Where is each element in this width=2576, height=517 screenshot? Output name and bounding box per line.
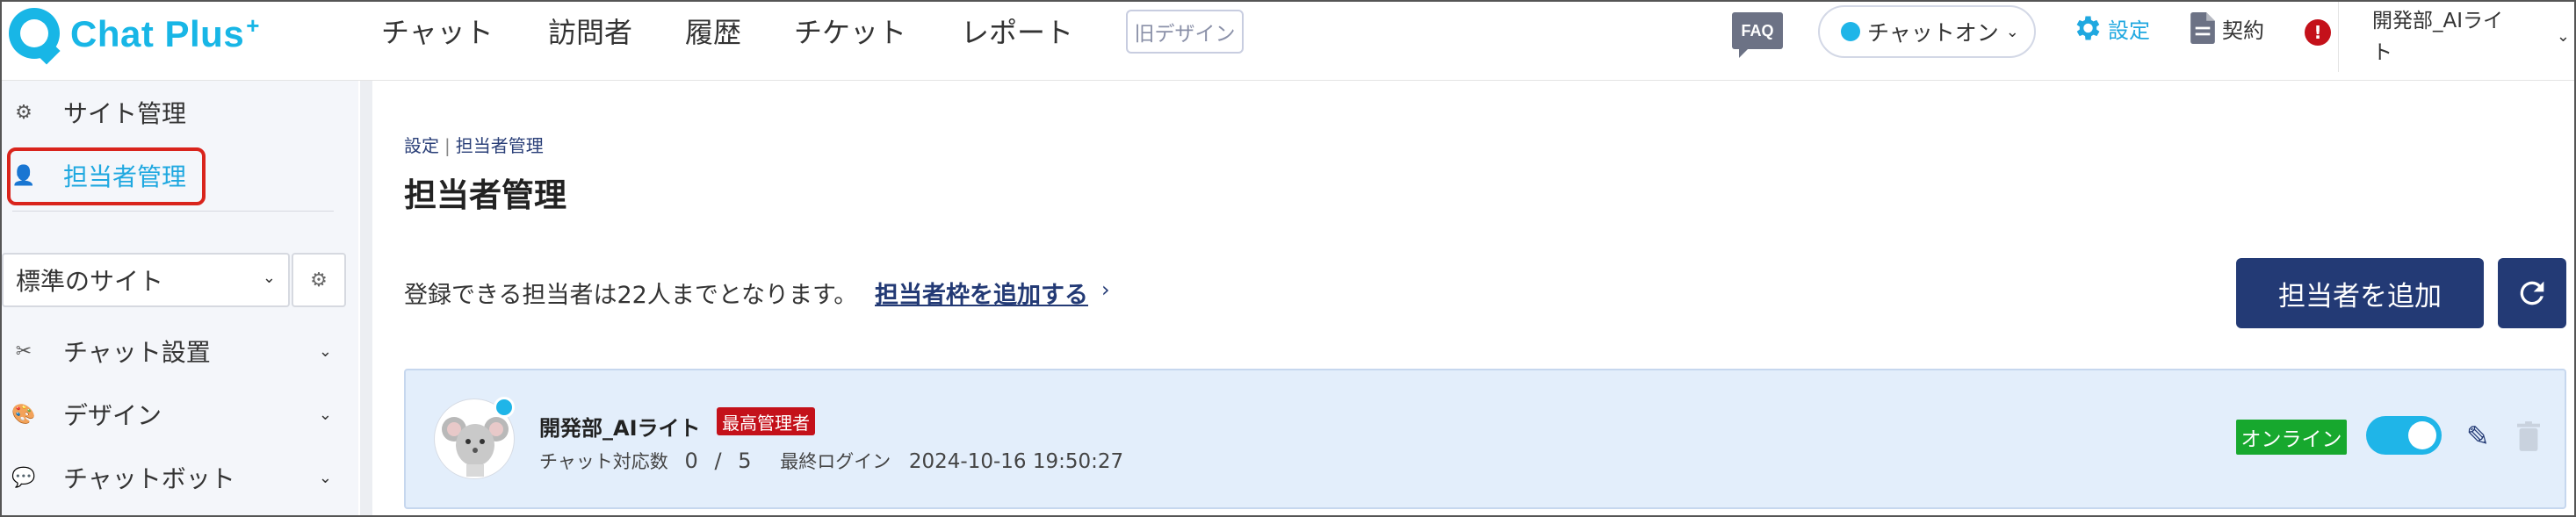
chat-bubble-icon: 💬 (11, 466, 36, 489)
chat-status-dropdown[interactable]: チャットオン ⌄ (1818, 5, 2036, 58)
breadcrumb-separator: | (444, 135, 451, 156)
nav-history[interactable]: 履歴 (685, 11, 741, 54)
sidebar-item-design[interactable]: 🎨 デザイン ⌄ (2, 388, 353, 441)
nav-visitors[interactable]: 訪問者 (548, 11, 632, 54)
settings-label: 設定 (2108, 18, 2150, 43)
chat-status-label: チャットオン (1867, 20, 1999, 46)
breadcrumb-settings[interactable]: 設定 (404, 135, 439, 156)
staff-limit-text: 登録できる担当者は22人までとなります。 (404, 282, 858, 309)
chevron-down-icon: ⌄ (2556, 27, 2570, 46)
online-status-dot (494, 397, 515, 418)
highlight-box (7, 147, 206, 205)
old-design-button[interactable]: 旧デザイン (1126, 10, 1244, 54)
sidebar-item-label: チャット設置 (63, 338, 211, 367)
document-icon (2190, 12, 2215, 44)
staff-name: 開発部_AIライト (539, 416, 701, 441)
sidebar-item-label: サイト管理 (63, 99, 187, 128)
chat-count-separator: / (714, 449, 722, 473)
logo-plus: + (246, 11, 260, 39)
add-staff-button[interactable]: 担当者を追加 (2236, 258, 2484, 328)
trash-icon[interactable] (2517, 421, 2540, 451)
chevron-down-icon: ⌄ (2005, 22, 2019, 41)
contract-link[interactable]: 契約 (2190, 12, 2264, 44)
sidebar-item-chat-settings[interactable]: ✂ チャット設置 ⌄ (2, 325, 353, 377)
app-window: Chat Plus+ チャット 訪問者 履歴 チケット レポート 旧デザイン F… (0, 0, 2576, 517)
refresh-button[interactable] (2498, 258, 2566, 328)
online-status-badge: オンライン (2236, 420, 2347, 455)
chat-plus-logo-icon (9, 8, 60, 59)
logo[interactable]: Chat Plus+ (9, 7, 260, 60)
breadcrumb-current: 担当者管理 (455, 135, 544, 156)
last-login-value: 2024-10-16 19:50:27 (908, 450, 1124, 473)
add-staff-slots-link[interactable]: 担当者枠を追加する (875, 276, 1088, 310)
settings-link[interactable]: 設定 (2071, 12, 2150, 44)
site-settings-button[interactable]: ⚙ (292, 253, 346, 307)
nav-tickets[interactable]: チケット (794, 11, 906, 54)
sidebar: ⚙ サイト管理 👤 担当者管理 標準のサイト ⌄ ⚙ ✂ チャット設置 ⌄ 🎨 … (2, 81, 358, 515)
gear-icon: ⚙ (310, 269, 328, 291)
status-dot-icon (1841, 22, 1860, 41)
staff-meta: チャット対応数 0 / 5 最終ログイン 2024-10-16 19:50:27 (539, 448, 1123, 474)
gear-icon: ⚙ (15, 101, 32, 124)
nav-reports[interactable]: レポート (961, 11, 1073, 54)
chat-count-label: チャット対応数 (539, 451, 668, 472)
last-login-label: 最終ログイン (780, 451, 891, 472)
site-select[interactable]: 標準のサイト ⌄ (2, 253, 290, 307)
site-select-value: 標準のサイト (16, 267, 164, 296)
sidebar-item-chatbot[interactable]: 💬 チャットボット ⌄ (2, 451, 353, 504)
sidebar-item-site-admin[interactable]: ⚙ サイト管理 (2, 86, 353, 139)
divider (12, 211, 334, 212)
breadcrumb: 設定 | 担当者管理 (404, 132, 544, 157)
sidebar-item-label: チャットボット (63, 464, 235, 493)
page-title: 担当者管理 (404, 176, 566, 214)
user-name-line2: ト (2372, 41, 2392, 64)
chat-count-max: 5 (738, 449, 752, 473)
edit-icon[interactable]: ✎ (2466, 420, 2490, 453)
refresh-icon (2520, 281, 2544, 305)
chat-count-current: 0 (684, 449, 698, 473)
alert-icon[interactable]: ! (2305, 19, 2331, 46)
tools-icon: ✂ (15, 340, 32, 363)
chevron-down-icon: ⌄ (318, 341, 332, 361)
sidebar-scrollbar[interactable] (360, 81, 372, 515)
nav-chat[interactable]: チャット (381, 11, 494, 54)
palette-icon: 🎨 (11, 403, 36, 426)
sidebar-item-label: デザイン (63, 401, 162, 430)
chevron-down-icon: ⌄ (262, 269, 276, 287)
status-toggle[interactable] (2366, 416, 2442, 455)
staff-card: 開発部_AIライト 最高管理者 チャット対応数 0 / 5 最終ログイン 202… (404, 369, 2566, 509)
faq-button[interactable]: FAQ (1732, 12, 1783, 58)
top-header: Chat Plus+ チャット 訪問者 履歴 チケット レポート 旧デザイン F… (2, 2, 2574, 81)
contract-label: 契約 (2222, 18, 2264, 43)
chevron-down-icon: ⌄ (318, 405, 332, 424)
logo-text: Chat Plus (70, 12, 245, 54)
gear-icon (2076, 16, 2100, 40)
user-menu[interactable]: 開発部_AIライ ト ⌄ (2338, 2, 2574, 72)
chevron-down-icon: ⌄ (318, 468, 332, 487)
role-badge: 最高管理者 (717, 407, 815, 435)
chevron-right-icon: › (1101, 277, 1110, 302)
user-name-line1: 開発部_AIライ (2372, 10, 2504, 32)
